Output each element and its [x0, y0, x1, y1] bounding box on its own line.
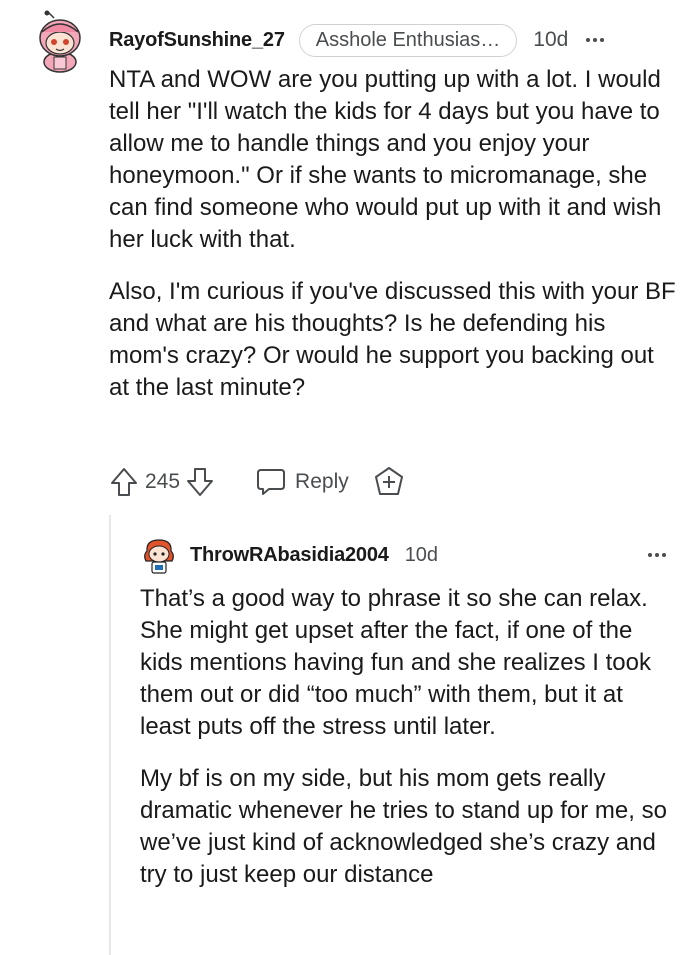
reply-header: ThrowRAbasidia2004 10d [190, 540, 666, 570]
award-plus-icon [374, 467, 403, 495]
reply-paragraph: That’s a good way to phrase it so she ca… [140, 585, 651, 740]
comment-age: 10d [533, 28, 569, 51]
snoo-avatar-icon [39, 10, 81, 73]
reply-paragraph: My bf is on my side, but his mom gets re… [140, 765, 667, 888]
comment-header: RayofSunshine_27 Asshole Enthusias… 10d [109, 20, 679, 60]
downvote-icon[interactable] [185, 466, 215, 498]
snoo-avatar-icon [144, 539, 174, 574]
award-button[interactable] [373, 466, 405, 498]
comment-actions: 245 Reply [109, 462, 405, 502]
reply-body: That’s a good way to phrase it so she ca… [140, 583, 680, 911]
comment-paragraph: Also, I'm curious if you've discussed th… [109, 278, 676, 401]
vote-count: 245 [145, 470, 181, 493]
comment-author[interactable]: RayofSunshine_27 [109, 29, 285, 52]
comment-body: NTA and WOW are you putting up with a lo… [109, 64, 679, 424]
user-flair[interactable]: Asshole Enthusias… [298, 23, 518, 57]
comment-bubble-icon [257, 469, 286, 495]
reply-age: 10d [404, 543, 439, 566]
more-icon[interactable] [586, 38, 605, 42]
reply-avatar[interactable] [142, 537, 176, 575]
reply-button[interactable]: Reply [255, 467, 349, 497]
comment-paragraph: NTA and WOW are you putting up with a lo… [109, 66, 662, 253]
more-icon[interactable] [648, 553, 666, 557]
reply-author[interactable]: ThrowRAbasidia2004 [190, 544, 389, 567]
avatar[interactable] [34, 10, 86, 74]
reply-label: Reply [295, 470, 349, 493]
thread-line[interactable] [109, 515, 111, 955]
upvote-icon[interactable] [109, 466, 139, 498]
